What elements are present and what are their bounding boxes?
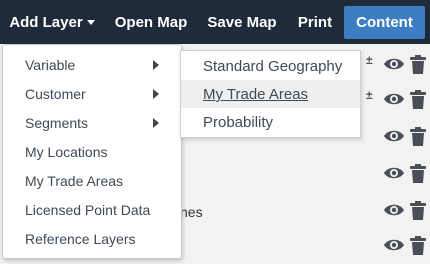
trash-icon[interactable] xyxy=(410,55,426,74)
eye-icon[interactable] xyxy=(383,237,405,253)
menu-item-my-trade-areas[interactable]: My Trade Areas xyxy=(3,167,181,195)
submenu-item-label: My Trade Areas xyxy=(203,86,309,103)
submenu-item-label: Probability xyxy=(203,114,274,131)
variable-submenu: Standard Geography My Trade Areas Probab… xyxy=(180,50,361,138)
plus-minus-icon[interactable]: ± xyxy=(366,89,373,101)
layer-row-actions xyxy=(366,201,426,221)
menu-item-label: Segments xyxy=(25,115,89,131)
eye-icon[interactable] xyxy=(383,202,405,218)
layer-row-actions: ± xyxy=(366,54,426,75)
eye-icon[interactable] xyxy=(383,91,405,107)
content-button[interactable]: Content xyxy=(344,6,425,39)
menu-item-label: My Locations xyxy=(25,144,108,160)
trash-icon[interactable] xyxy=(410,236,426,255)
add-layer-menu: Variable Customer Segments My Locations … xyxy=(2,44,182,259)
layer-row-actions xyxy=(366,164,426,184)
menu-item-reference-layers[interactable]: Reference Layers xyxy=(3,225,181,253)
layer-row-actions: ± xyxy=(366,89,426,110)
menu-item-label: Reference Layers xyxy=(25,231,136,247)
submenu-item-my-trade-areas[interactable]: My Trade Areas xyxy=(181,80,360,108)
trash-icon[interactable] xyxy=(410,164,426,183)
layer-row-actions xyxy=(366,127,426,147)
submenu-item-label: Standard Geography xyxy=(203,58,343,75)
menu-item-label: Variable xyxy=(25,57,76,73)
menu-item-customer[interactable]: Customer xyxy=(3,80,181,108)
menu-item-label: My Trade Areas xyxy=(25,173,124,189)
save-map-button[interactable]: Save Map xyxy=(199,6,285,39)
open-map-button[interactable]: Open Map xyxy=(106,6,196,39)
layer-name-fragment: nes xyxy=(180,204,203,220)
menu-item-segments[interactable]: Segments xyxy=(3,109,181,137)
plus-minus-icon[interactable]: ± xyxy=(366,54,373,66)
eye-icon[interactable] xyxy=(383,165,405,181)
trash-icon[interactable] xyxy=(410,127,426,146)
menu-item-my-locations[interactable]: My Locations xyxy=(3,138,181,166)
trash-icon[interactable] xyxy=(410,201,426,220)
menu-item-label: Customer xyxy=(25,86,86,102)
layer-row-actions xyxy=(366,236,426,256)
chevron-right-icon xyxy=(153,89,159,99)
submenu-item-probability[interactable]: Probability xyxy=(181,108,360,136)
trash-icon[interactable] xyxy=(410,90,426,109)
print-button[interactable]: Print xyxy=(288,6,342,39)
eye-icon[interactable] xyxy=(383,128,405,144)
menu-item-variable[interactable]: Variable xyxy=(3,51,181,79)
chevron-right-icon xyxy=(153,118,159,128)
chevron-right-icon xyxy=(153,60,159,70)
menu-item-label: Licensed Point Data xyxy=(25,202,151,218)
eye-icon[interactable] xyxy=(383,56,405,72)
caret-down-icon xyxy=(86,20,95,25)
main-toolbar: Add Layer Open Map Save Map Print Conten… xyxy=(0,0,430,44)
add-layer-label: Add Layer xyxy=(9,14,83,31)
add-layer-button[interactable]: Add Layer xyxy=(2,6,102,39)
submenu-item-standard-geography[interactable]: Standard Geography xyxy=(181,52,360,80)
menu-item-licensed-point-data[interactable]: Licensed Point Data xyxy=(3,196,181,224)
